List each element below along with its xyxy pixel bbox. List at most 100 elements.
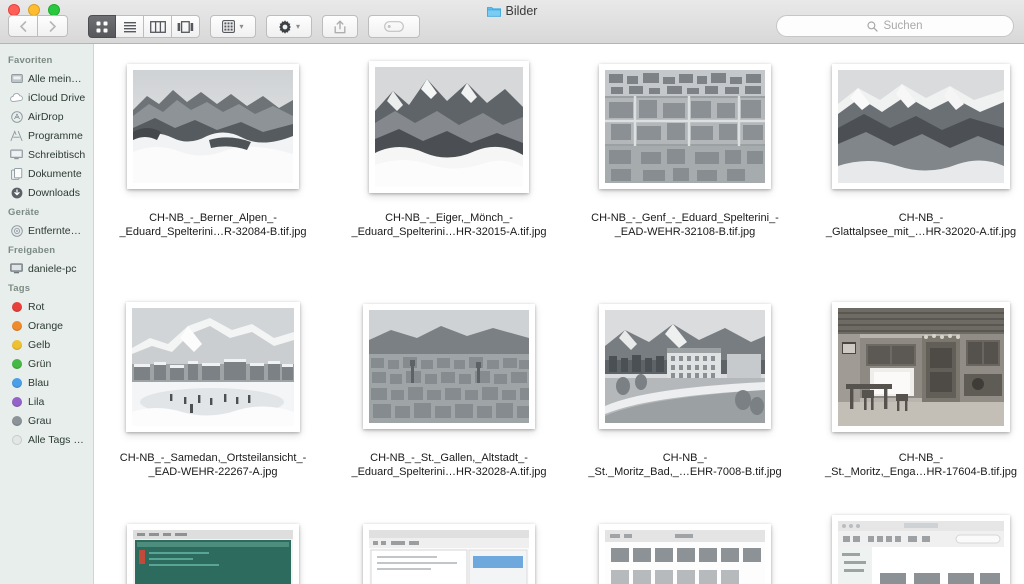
arrange-by-button[interactable]: ▾ [210, 15, 256, 38]
sidebar-item-tag-grau[interactable]: Grau [0, 411, 93, 430]
search-icon [867, 20, 879, 32]
file-label: CH-NB_- _Glattalpsee_mit_…HR-32020-A.tif… [825, 212, 1017, 238]
file-label: CH-NB_-_Samedan,_Ortsteilansicht_- _EAD-… [119, 452, 307, 478]
sidebar-item-label: Blau [28, 376, 50, 389]
file-item[interactable]: CH-NB_-_Genf_-_Eduard_Spelterini_- _EAD-… [567, 44, 803, 284]
photo-bw-hotel-valley [605, 310, 765, 423]
sidebar[interactable]: Favoriten Alle mein… iCloud Drive AirDro… [0, 44, 94, 584]
tag-dot-icon [10, 300, 23, 313]
search-placeholder: Suchen [883, 20, 923, 32]
sidebar-item-label: AirDrop [28, 110, 64, 123]
sidebar-item-tag-rot[interactable]: Rot [0, 297, 93, 316]
sidebar-item-label: Programme [28, 129, 83, 142]
sidebar-item-alle-tags[interactable]: Alle Tags … [0, 430, 93, 449]
sidebar-item-icloud-drive[interactable]: iCloud Drive [0, 88, 93, 107]
sidebar-item-tag-orange[interactable]: Orange [0, 316, 93, 335]
file-grid-row [95, 515, 1024, 584]
thumbnail[interactable] [95, 524, 331, 584]
sidebar-item-label: Dokumente [28, 167, 82, 180]
file-item[interactable] [567, 524, 803, 584]
file-grid-row: CH-NB_-_Berner_Alpen_- _Eduard_Spelterin… [95, 44, 1024, 284]
thumbnail[interactable] [803, 515, 1024, 584]
sidebar-item-schreibtisch[interactable]: Schreibtisch [0, 145, 93, 164]
sidebar-item-tag-gruen[interactable]: Grün [0, 354, 93, 373]
search-input[interactable]: Suchen [776, 15, 1014, 37]
screenshot-document-window [369, 530, 529, 584]
applications-icon [10, 129, 23, 142]
action-menu-button[interactable]: ▾ [266, 15, 312, 38]
page-title: Bilder [505, 4, 538, 18]
photo-bw-winter-village [132, 307, 294, 426]
tag-dot-icon [10, 395, 23, 408]
arrange-grid-icon [222, 20, 236, 33]
share-button[interactable] [322, 15, 358, 38]
file-item[interactable]: CH-NB_- _St._Moritz_Bad,_…EHR-7008-B.tif… [567, 284, 803, 524]
forward-button[interactable] [38, 15, 68, 37]
file-item[interactable] [95, 524, 331, 584]
sidebar-item-label: Grün [28, 357, 52, 370]
thumbnail[interactable] [95, 44, 331, 209]
thumbnail[interactable] [331, 284, 567, 449]
thumbnail[interactable] [331, 44, 567, 209]
tag-dot-icon [10, 319, 23, 332]
column-view-button[interactable] [144, 15, 172, 38]
sidebar-item-tag-gelb[interactable]: Gelb [0, 335, 93, 354]
photo-bw-mountain-ridge [838, 70, 1004, 183]
sidebar-item-label: Orange [28, 319, 64, 332]
file-item[interactable]: CH-NB_- _St._Moritz,_Enga…HR-17604-B.tif… [803, 284, 1024, 524]
file-item[interactable] [803, 515, 1024, 584]
view-mode-segmented-control [88, 15, 200, 38]
all-tags-icon [10, 433, 23, 446]
thumbnail[interactable] [803, 284, 1024, 449]
coverflow-view-button[interactable] [172, 15, 200, 38]
file-label: CH-NB_-_Berner_Alpen_- _Eduard_Spelterin… [119, 212, 307, 238]
share-icon [334, 20, 346, 33]
file-item[interactable] [331, 524, 567, 584]
sidebar-item-label: Alle Tags … [28, 433, 84, 446]
file-item[interactable]: CH-NB_-_St._Gallen,_Altstadt_- _Eduard_S… [331, 284, 567, 524]
sidebar-item-airdrop[interactable]: AirDrop [0, 107, 93, 126]
back-button[interactable] [8, 15, 38, 37]
sidebar-item-label: daniele-pc [28, 262, 77, 275]
sidebar-item-daniele-pc[interactable]: daniele-pc [0, 259, 93, 278]
toolbar-buttons: ▾ ▾ [88, 15, 420, 38]
sidebar-item-label: Downloads [28, 186, 80, 199]
sidebar-item-label: Alle mein… [28, 72, 82, 85]
edit-tags-button[interactable] [368, 15, 420, 38]
file-label: CH-NB_-_Genf_-_Eduard_Spelterini_- _EAD-… [591, 212, 779, 238]
chevron-down-icon: ▾ [239, 21, 244, 31]
airdrop-icon [10, 110, 23, 123]
thumbnail[interactable] [95, 284, 331, 449]
sidebar-item-downloads[interactable]: Downloads [0, 183, 93, 202]
sidebar-section-freigaben: Freigaben [8, 245, 56, 256]
tag-dot-icon [10, 357, 23, 370]
icon-view-button[interactable] [88, 15, 116, 38]
sidebar-item-tag-blau[interactable]: Blau [0, 373, 93, 392]
list-view-button[interactable] [116, 15, 144, 38]
file-grid[interactable]: CH-NB_-_Berner_Alpen_- _Eduard_Spelterin… [95, 44, 1024, 584]
screenshot-finder-sidebar [838, 521, 1004, 584]
sidebar-section-geraete: Geräte [8, 207, 40, 218]
thumbnail[interactable] [567, 284, 803, 449]
photo-bw-aerial-mountains [133, 70, 293, 183]
photo-bw-wooden-interior [838, 307, 1004, 426]
sidebar-item-label: Lila [28, 395, 45, 408]
desktop-icon [10, 148, 23, 161]
sidebar-item-dokumente[interactable]: Dokumente [0, 164, 93, 183]
sidebar-item-tag-lila[interactable]: Lila [0, 392, 93, 411]
file-item[interactable]: CH-NB_-_Samedan,_Ortsteilansicht_- _EAD-… [95, 284, 331, 524]
thumbnail[interactable] [331, 524, 567, 584]
sidebar-item-programme[interactable]: Programme [0, 126, 93, 145]
columns-icon [149, 20, 166, 33]
tag-icon [384, 21, 404, 32]
thumbnail[interactable] [803, 44, 1024, 209]
screenshot-green-terminal [133, 530, 293, 584]
file-item[interactable]: CH-NB_-_Eiger,_Mönch_- _Eduard_Spelterin… [331, 44, 567, 284]
file-item[interactable]: CH-NB_- _Glattalpsee_mit_…HR-32020-A.tif… [803, 44, 1024, 284]
file-item[interactable]: CH-NB_-_Berner_Alpen_- _Eduard_Spelterin… [95, 44, 331, 284]
thumbnail[interactable] [567, 44, 803, 209]
sidebar-item-entfernte-disc[interactable]: Entfernte… [0, 221, 93, 240]
navigation-buttons [8, 15, 68, 37]
thumbnail[interactable] [567, 524, 803, 584]
sidebar-item-alle-meine-dateien[interactable]: Alle mein… [0, 69, 93, 88]
